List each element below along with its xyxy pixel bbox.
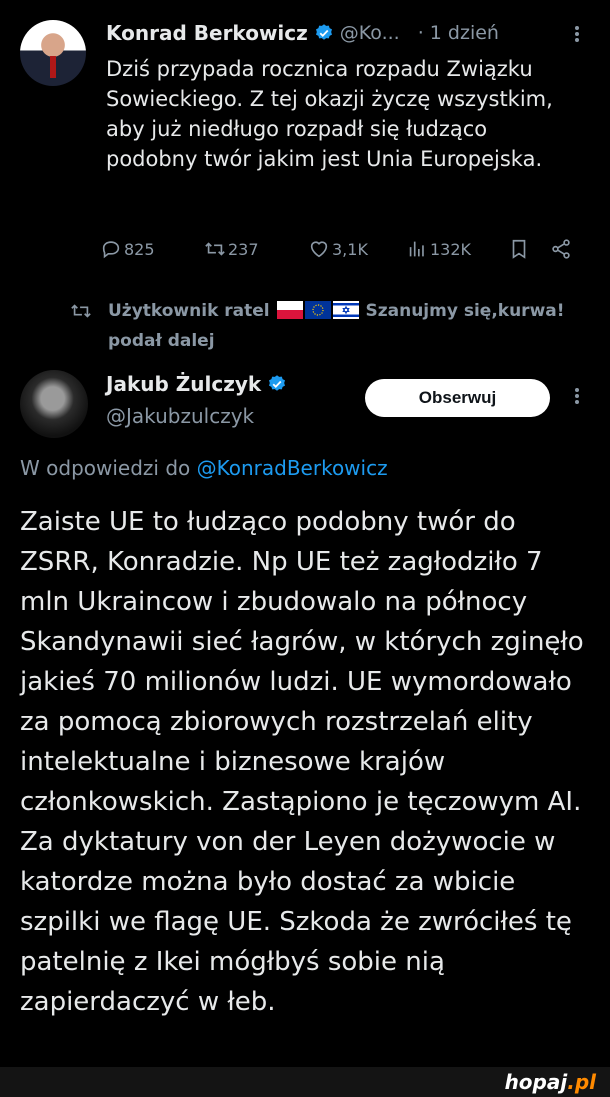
reply-count: 825 — [124, 239, 155, 259]
reply-button[interactable]: 825 — [100, 234, 155, 264]
retweeted-label: podał dalej — [108, 331, 215, 351]
retweet-count: 237 — [228, 239, 259, 259]
like-count: 3,1K — [332, 239, 368, 259]
tweet-text: Zaiste UE to łudząco podobny twór do ZSR… — [20, 507, 584, 1017]
like-button[interactable]: 3,1K — [308, 234, 368, 264]
tweet-konrad[interactable]: Konrad Berkowicz @Ko... · 1 dzień Dziś p… — [0, 0, 610, 282]
tweet-header: Jakub Żulczyk — [106, 372, 293, 396]
watermark-logo: hopaj.pl — [504, 1070, 596, 1094]
reply-prefix: W odpowiedzi do — [20, 456, 191, 480]
eu-flag-icon — [304, 301, 331, 319]
author-name[interactable]: Konrad Berkowicz — [106, 21, 308, 45]
share-icon — [552, 239, 570, 259]
retweet-icon — [71, 304, 91, 318]
more-options-icon[interactable] — [570, 386, 584, 408]
like-icon — [310, 241, 328, 258]
verified-badge-icon — [269, 375, 286, 391]
tweet-actions: 825 237 3,1K 132K — [100, 234, 580, 264]
views-icon — [409, 241, 424, 257]
author-handle[interactable]: @Ko... — [340, 22, 400, 44]
watermark-bar: hopaj.pl — [0, 1067, 610, 1097]
views-button[interactable]: 132K — [406, 234, 471, 264]
avatar[interactable] — [20, 370, 88, 438]
views-count: 132K — [430, 239, 472, 259]
bookmark-icon — [512, 239, 526, 259]
retweeter-label[interactable]: Użytkownik ratel — [108, 301, 270, 321]
reply-context: W odpowiedzi do @KonradBerkowicz — [20, 456, 388, 480]
retweet-icon — [205, 242, 225, 256]
author-handle[interactable]: @Jakubzulczyk — [106, 404, 254, 428]
israel-flag-icon — [332, 301, 359, 319]
retweeter-label-end[interactable]: Szanujmy się,kurwa! — [365, 301, 564, 321]
avatar[interactable] — [20, 20, 86, 86]
reply-to-link[interactable]: @KonradBerkowicz — [197, 456, 388, 480]
verified-badge-icon — [315, 24, 332, 40]
more-options-icon[interactable] — [570, 24, 584, 44]
tweet-text: Dziś przypada rocznica rozpadu Związku S… — [106, 57, 553, 171]
poland-flag-icon — [276, 301, 303, 319]
tweet-time[interactable]: · 1 dzień — [418, 22, 499, 44]
retweet-button[interactable]: 237 — [204, 234, 259, 264]
author-name[interactable]: Jakub Żulczyk — [106, 372, 261, 396]
reply-icon — [102, 241, 120, 259]
tweet-header: Konrad Berkowicz @Ko... · 1 dzień — [106, 18, 499, 48]
share-button[interactable] — [550, 234, 574, 264]
follow-button[interactable]: Obserwuj — [365, 379, 550, 417]
bookmark-button[interactable] — [508, 234, 532, 264]
